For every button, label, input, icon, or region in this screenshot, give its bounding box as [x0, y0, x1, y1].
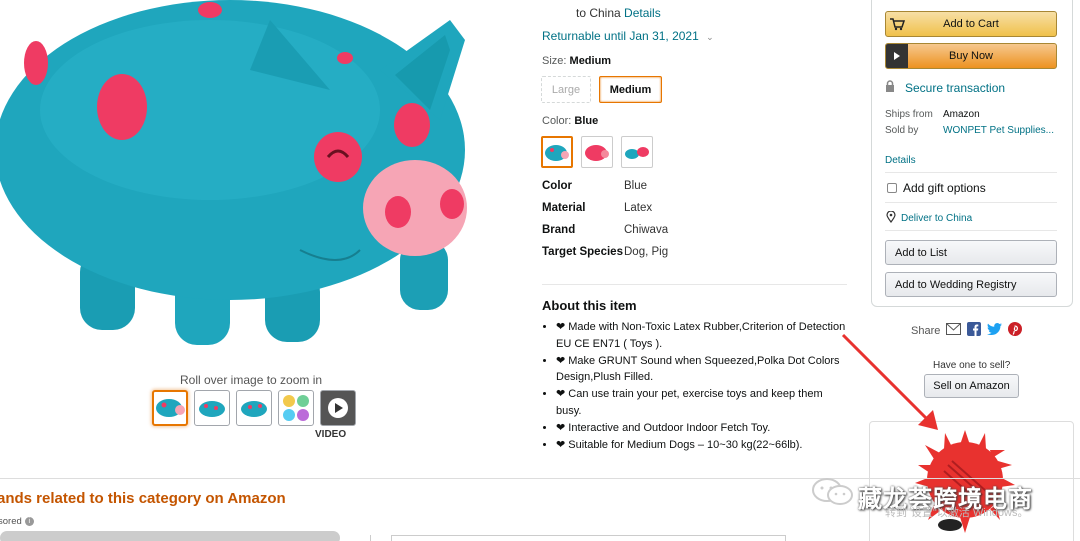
divider [885, 230, 1057, 231]
buy-now-label: Buy Now [948, 50, 994, 62]
returnable-dropdown[interactable]: Returnable until Jan 31, 2021 ⌄ [542, 29, 714, 43]
thumbnail-strip [152, 390, 356, 426]
divider [542, 284, 847, 285]
ships-from-label: Ships from [885, 109, 933, 120]
about-bullet: ❤ Interactive and Outdoor Indoor Fetch T… [556, 420, 846, 437]
returnable-text: Returnable until Jan 31, 2021 [542, 29, 699, 43]
ships-from: Ships from Amazon [885, 109, 980, 120]
spec-value: Latex [624, 202, 653, 214]
location-pin-icon [886, 210, 896, 226]
color-selected: Blue [574, 115, 599, 127]
about-bullet: ❤ Make GRUNT Sound when Squeezed,Polka D… [556, 353, 846, 387]
size-selected: Medium [569, 55, 612, 67]
spec-key: Target Species [542, 246, 623, 258]
deliver-to[interactable]: Deliver to China [886, 210, 973, 226]
color-swatch-pink[interactable] [581, 136, 613, 168]
pinterest-icon[interactable] [1008, 322, 1023, 339]
ships-to: to China Details [576, 6, 661, 20]
spec-value: Dog, Pig [624, 246, 669, 258]
spec-row: Target Species Dog, Pig [542, 244, 842, 260]
add-to-list-button[interactable]: Add to List [885, 240, 1057, 265]
add-to-registry-button[interactable]: Add to Wedding Registry [885, 272, 1057, 297]
zoom-hint: Roll over image to zoom in [180, 373, 323, 387]
spec-row: Brand Chiwava [542, 222, 842, 238]
spec-value: Blue [624, 180, 648, 192]
sold-by-label: Sold by [885, 125, 919, 136]
card-border [370, 535, 371, 541]
color-label: Color: Blue [542, 115, 598, 127]
wechat-logo-icon [811, 477, 855, 510]
divider [885, 202, 1057, 203]
thumbnail-video[interactable] [320, 390, 356, 426]
deliver-label: Deliver to China [901, 213, 973, 224]
details-link[interactable]: Details [885, 155, 916, 166]
spec-key: Brand [542, 224, 576, 236]
ships-from-value: Amazon [943, 109, 980, 120]
add-to-cart-label: Add to Cart [943, 18, 999, 30]
thumbnail-blue-pig-side[interactable] [194, 390, 230, 426]
size-label-text: Size: [542, 55, 567, 67]
about-bullet: ❤ Made with Non-Toxic Latex Rubber,Crite… [556, 319, 846, 353]
spec-key: Color [542, 180, 573, 192]
sponsored-label: sored i [0, 516, 34, 527]
size-option-large[interactable]: Large [541, 76, 591, 103]
divider [885, 172, 1057, 173]
size-label: Size: Medium [542, 55, 611, 67]
about-bullet: ❤ Suitable for Medium Dogs – 10~30 kg(22… [556, 437, 846, 454]
red-arrow-annotation [838, 330, 948, 443]
info-icon[interactable]: i [24, 517, 34, 526]
ships-details-link[interactable]: Details [624, 6, 661, 20]
buy-now-button[interactable]: Buy Now [885, 43, 1057, 69]
sold-by: Sold by WONPET Pet Supplies... [885, 125, 1054, 136]
color-swatch-blue-red[interactable] [621, 136, 653, 168]
color-label-text: Color: [542, 115, 572, 127]
spec-value: Chiwava [624, 224, 669, 236]
video-label: VIDEO [315, 429, 347, 440]
sold-by-link[interactable]: WONPET Pet Supplies... [943, 125, 1054, 136]
thumbnail-blue-pig-back[interactable] [236, 390, 272, 426]
brand-card-placeholder[interactable] [0, 531, 340, 541]
about-title: About this item [542, 298, 637, 313]
thumbnail-multi-toys[interactable] [278, 390, 314, 426]
product-main-image[interactable] [0, 0, 500, 360]
lock-icon [885, 80, 895, 95]
size-option-medium[interactable]: Medium [599, 76, 662, 103]
brand-card[interactable] [391, 535, 786, 541]
spec-table: Color Blue Material Latex Brand Chiwava … [542, 178, 842, 266]
gift-checkbox[interactable] [887, 183, 897, 193]
gift-options[interactable]: Add gift options [887, 181, 986, 195]
facebook-icon[interactable] [967, 322, 982, 339]
spec-row: Color Blue [542, 178, 842, 194]
add-to-cart-button[interactable]: Add to Cart [885, 11, 1057, 37]
about-bullet: ❤ Can use train your pet, exercise toys … [556, 386, 846, 420]
twitter-icon[interactable] [987, 323, 1003, 338]
ships-to-text: to China [576, 6, 621, 20]
color-swatch-blue[interactable] [541, 136, 573, 168]
cart-icon [886, 12, 908, 36]
sponsored-text: sored [0, 516, 22, 527]
gift-label: Add gift options [903, 181, 986, 195]
play-icon [886, 44, 908, 68]
spec-key: Material [542, 202, 586, 214]
email-icon[interactable] [946, 323, 962, 338]
secure-transaction[interactable]: Secure transaction [885, 80, 1005, 95]
windows-activation-text: 转到"设置"以激活 Windows。 [885, 507, 1029, 519]
brands-title: ands related to this category on Amazon [0, 490, 286, 507]
thumbnail-blue-pig-front[interactable] [152, 390, 188, 426]
spec-row: Material Latex [542, 200, 842, 216]
secure-label: Secure transaction [905, 80, 1006, 95]
about-list: ❤ Made with Non-Toxic Latex Rubber,Crite… [556, 319, 846, 453]
chevron-down-icon: ⌄ [706, 32, 714, 42]
